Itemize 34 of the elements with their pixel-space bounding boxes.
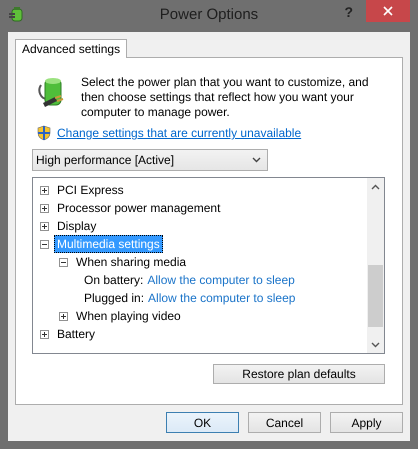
expand-icon[interactable]	[40, 204, 49, 212]
expand-icon[interactable]	[40, 330, 49, 338]
setting-label: Plugged in:	[84, 291, 144, 305]
shield-icon	[37, 125, 51, 141]
expand-icon[interactable]	[40, 222, 49, 230]
dialog-button[interactable]: OK	[166, 412, 239, 433]
chevron-up-icon[interactable]	[371, 184, 380, 190]
dialog-button[interactable]: Apply	[330, 412, 403, 433]
scrollbar-thumb[interactable]	[368, 265, 383, 327]
tree-item[interactable]: Display	[54, 217, 100, 235]
collapse-icon[interactable]	[59, 258, 68, 266]
setting-value-link[interactable]: Allow the computer to sleep	[148, 291, 296, 305]
setting-label: On battery:	[84, 273, 144, 287]
expand-icon[interactable]	[59, 312, 68, 320]
tab[interactable]: Advanced settings	[15, 39, 128, 58]
tree-item[interactable]: PCI Express	[54, 181, 127, 199]
plan-dropdown[interactable]: High performance [Active]	[32, 149, 268, 171]
restore-defaults-button[interactable]: Restore plan defaults	[213, 364, 385, 384]
description-text: Select the power plan that you want to customize, and then choose settings that reflect how you want your computer to manage power.	[81, 75, 370, 120]
chevron-down-icon	[252, 157, 261, 163]
close-button[interactable]	[366, 0, 410, 22]
dialog-button[interactable]: Cancel	[248, 412, 321, 433]
tree-item[interactable]: When playing video	[73, 307, 184, 325]
scrollbar[interactable]	[367, 178, 384, 353]
close-icon	[383, 6, 393, 16]
tree-item[interactable]: Processor power management	[54, 199, 224, 217]
window-title: Power Options	[160, 6, 258, 23]
change-settings-link[interactable]: Change settings that are currently unavailable	[57, 126, 302, 140]
setting-value-link[interactable]: Allow the computer to sleep	[147, 273, 295, 287]
tree-item[interactable]: Battery	[54, 325, 98, 343]
tree-item[interactable]: When sharing media	[73, 253, 190, 271]
expand-icon[interactable]	[40, 186, 49, 194]
collapse-icon[interactable]	[40, 240, 49, 248]
chevron-down-icon[interactable]	[371, 342, 380, 348]
